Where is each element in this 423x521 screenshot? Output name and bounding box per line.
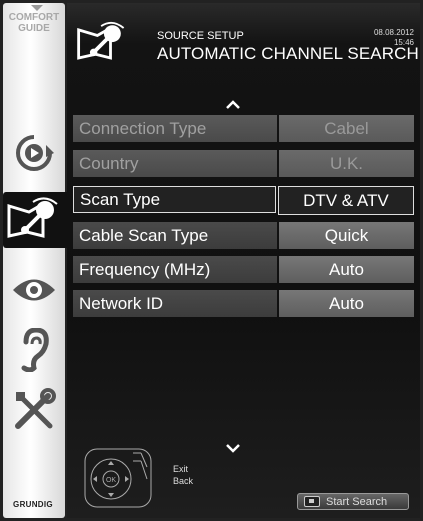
source-setup-icon [7, 197, 58, 238]
time-display: 15:46 [393, 38, 414, 47]
date-display: 08.08.2012 [373, 28, 414, 37]
main-panel: SOURCE SETUP AUTOMATIC CHANNEL SEARCH 08… [67, 3, 420, 518]
sound-ear-icon[interactable] [9, 328, 59, 372]
remote-navigation-icon: OK [84, 448, 152, 508]
scroll-down-icon[interactable] [225, 440, 241, 456]
setting-row-connection-type: Connection Type Cabel [73, 115, 414, 142]
picture-eye-icon[interactable] [9, 268, 59, 312]
setting-row-cable-scan-type[interactable]: Cable Scan Type Quick [73, 222, 414, 249]
scroll-up-icon[interactable] [225, 97, 241, 113]
sidebar-item-source-setup[interactable] [3, 192, 67, 248]
setting-value[interactable]: Auto [279, 290, 414, 317]
comfort-guide-title: COMFORT GUIDE [3, 12, 65, 34]
up-arrow-icon [31, 5, 43, 11]
setting-label: Frequency (MHz) [73, 256, 277, 283]
setting-label: Connection Type [73, 115, 277, 142]
start-search-label: Start Search [326, 495, 388, 508]
red-button-icon [304, 496, 320, 507]
setting-row-country: Country U.K. [73, 150, 414, 177]
setting-label: Country [73, 150, 277, 177]
source-setup-header-icon [73, 15, 133, 71]
exit-hint: Exit [173, 464, 189, 474]
setting-value: U.K. [279, 150, 414, 177]
setting-row-scan-type[interactable]: Scan Type DTV & ATV [73, 186, 414, 215]
setting-value: Cabel [279, 115, 414, 142]
back-hint: Back [173, 476, 194, 486]
page-title: AUTOMATIC CHANNEL SEARCH [157, 44, 419, 63]
comfort-guide-sidebar: COMFORT GUIDE [3, 3, 65, 518]
brand-logo: GRUNDIG [13, 500, 53, 509]
setting-label: Cable Scan Type [73, 222, 277, 249]
setting-label: Scan Type [73, 186, 276, 213]
remote-ok-label: OK [106, 477, 116, 484]
tools-icon[interactable] [9, 388, 59, 432]
setting-row-network-id[interactable]: Network ID Auto [73, 290, 414, 317]
comfort-guide-line2: GUIDE [18, 23, 50, 34]
setting-value[interactable]: Quick [279, 222, 414, 249]
section-subtitle: SOURCE SETUP [157, 30, 244, 42]
setting-value[interactable]: Auto [279, 256, 414, 283]
playback-icon[interactable] [9, 131, 59, 175]
tv-menu-frame: COMFORT GUIDE GRUNDIG SOURCE SETUP AUTOM… [0, 0, 423, 521]
comfort-guide-line1: COMFORT [8, 12, 60, 23]
setting-value[interactable]: DTV & ATV [277, 186, 414, 215]
setting-label: Network ID [73, 290, 277, 317]
start-search-button[interactable]: Start Search [297, 493, 409, 510]
setting-row-frequency[interactable]: Frequency (MHz) Auto [73, 256, 414, 283]
